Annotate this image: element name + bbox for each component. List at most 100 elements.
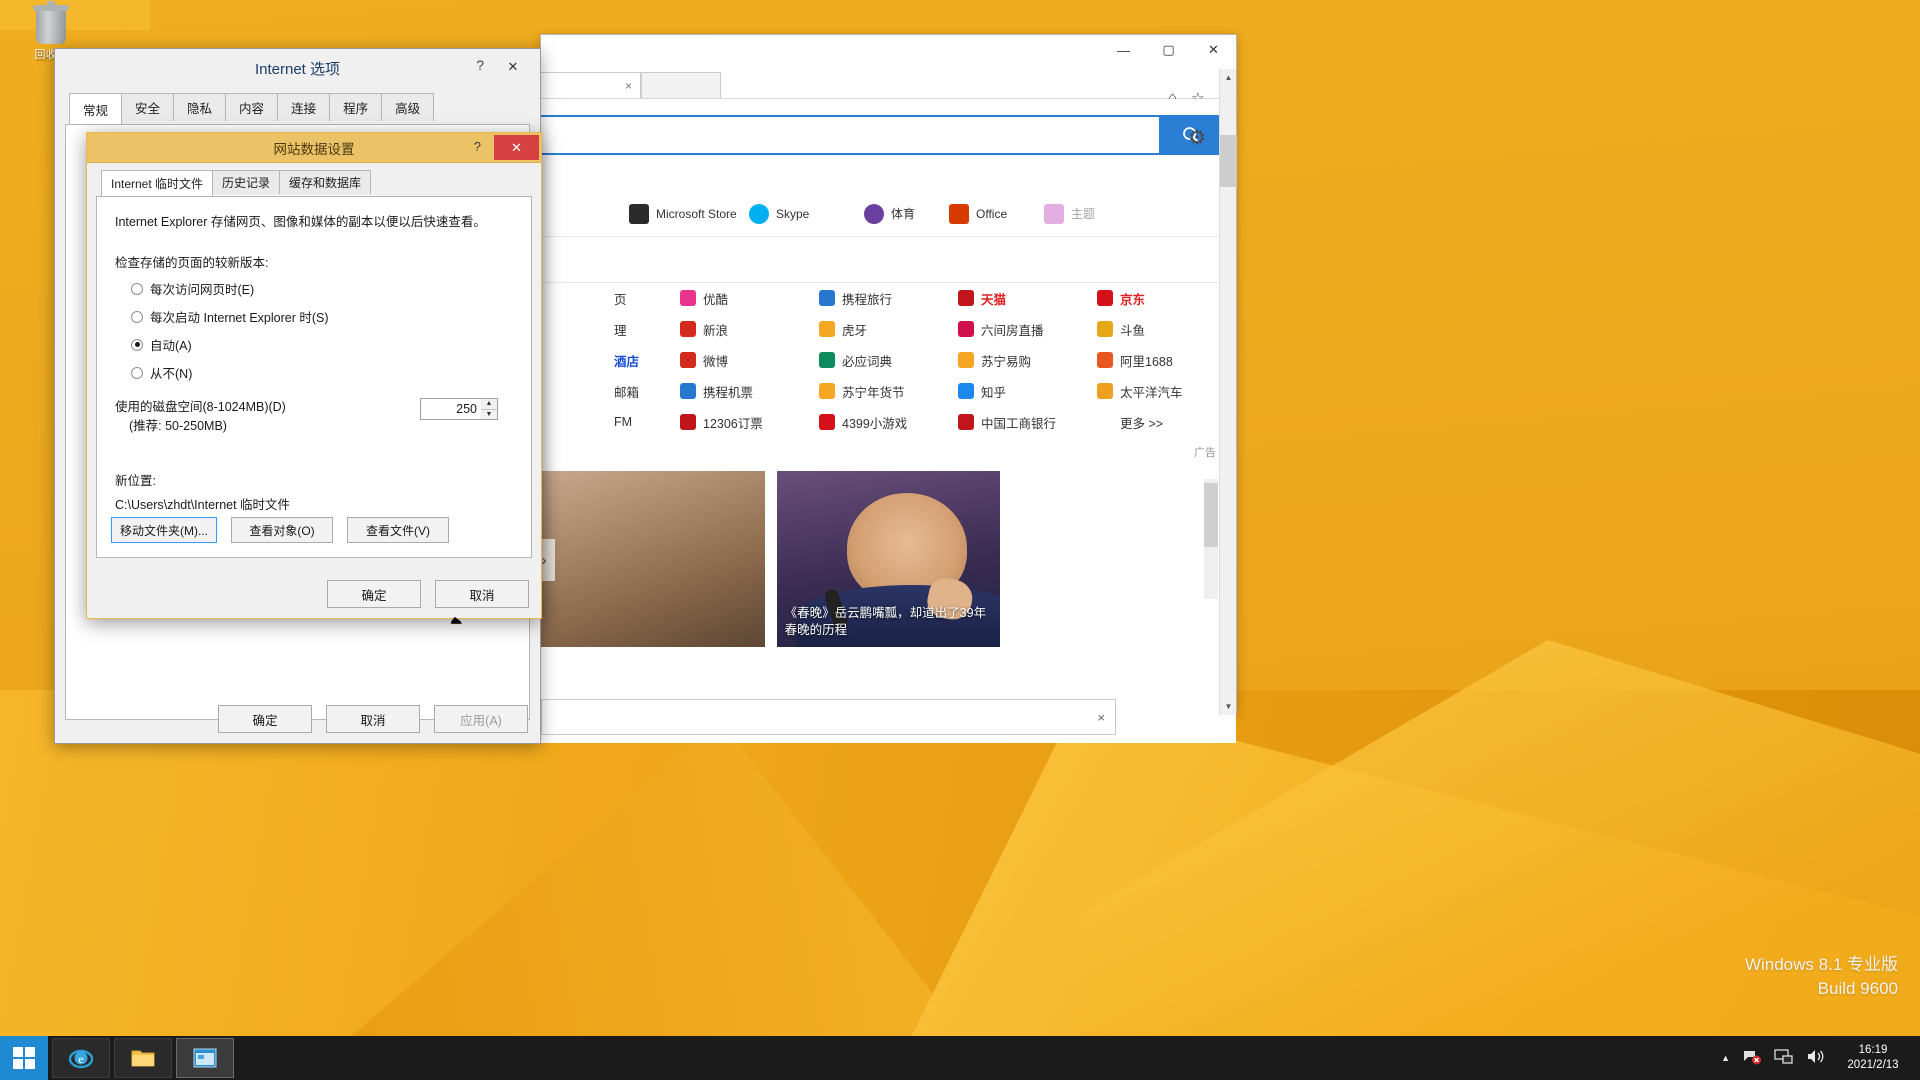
close-button[interactable]: ✕ [1191, 35, 1236, 65]
temp-files-button-row: 移动文件夹(M)... 查看对象(O) 查看文件(V) [111, 517, 449, 543]
link-item[interactable]: 理 [541, 318, 680, 340]
link-item[interactable]: 酒店 [541, 349, 680, 371]
wds-tab-缓存和数据库[interactable]: 缓存和数据库 [279, 170, 372, 194]
link-item[interactable]: FM [541, 411, 680, 433]
internet-options-tab-常规[interactable]: 常规 [69, 93, 123, 124]
internet-options-tab-连接[interactable]: 连接 [277, 93, 331, 121]
page-ad-close-icon[interactable]: × [1097, 710, 1105, 725]
wds-tab-历史记录[interactable]: 历史记录 [212, 170, 281, 194]
link-item[interactable]: 邮箱 [541, 380, 680, 402]
view-objects-button[interactable]: 查看对象(O) [231, 517, 333, 543]
link-item[interactable]: 12306订票 [680, 411, 819, 433]
internet-options-close-button[interactable]: ✕ [492, 55, 534, 79]
network-status-icon[interactable] [1742, 1049, 1762, 1068]
link-item[interactable]: 知乎 [958, 380, 1097, 402]
internet-options-tab-隐私[interactable]: 隐私 [173, 93, 227, 121]
tab-close-icon[interactable]: × [625, 79, 632, 93]
wds-tab-Internet 临时文件[interactable]: Internet 临时文件 [101, 170, 214, 196]
app-shortcut-skype[interactable]: Skype [749, 203, 864, 224]
help-icon[interactable]: ? [476, 57, 484, 73]
taskbar-clock[interactable]: 16:19 2021/2/13 [1838, 1043, 1908, 1073]
taskbar-item-internet-explorer[interactable]: e [52, 1038, 110, 1078]
maximize-button[interactable]: ▢ [1146, 35, 1191, 65]
stepper-up-icon[interactable]: ▲ [481, 399, 497, 409]
app-shortcut-theme[interactable]: 主题 [1044, 203, 1114, 224]
link-item[interactable]: 新浪 [680, 318, 819, 340]
link-item[interactable]: 页 [541, 287, 680, 309]
radio-indicator[interactable] [131, 366, 143, 379]
scroll-up-icon[interactable]: ▲ [1220, 69, 1237, 86]
link-item[interactable]: 虎牙 [819, 318, 958, 340]
inner-scrollbar[interactable] [1204, 479, 1218, 599]
website-data-settings-dialog[interactable]: 网站数据设置 ? ✕ Internet 临时文件 历史记录 缓存和数据库 Inter… [86, 132, 542, 619]
internet-options-ok-button[interactable]: 确定 [218, 705, 312, 733]
link-item[interactable]: 阿里1688 [1097, 349, 1236, 371]
inner-scrollbar-thumb[interactable] [1204, 483, 1218, 547]
start-button[interactable] [0, 1036, 48, 1080]
link-item[interactable]: 携程机票 [680, 380, 819, 402]
radio-option-3[interactable]: 从不(N) [131, 363, 515, 382]
link-item[interactable]: 优酷 [680, 287, 819, 309]
link-item[interactable]: 斗鱼 [1097, 318, 1236, 340]
link-item[interactable]: 更多 >> [1097, 411, 1236, 433]
taskbar-item-file-explorer[interactable] [114, 1038, 172, 1078]
radio-option-0[interactable]: 每次访问网页时(E) [131, 279, 515, 298]
internet-options-cancel-button[interactable]: 取消 [326, 705, 420, 733]
radio-option-2[interactable]: 自动(A) [131, 335, 515, 354]
volume-icon[interactable] [1806, 1048, 1826, 1068]
page-settings-gear-icon[interactable]: ⚙ [1188, 125, 1206, 150]
link-item[interactable]: 太平洋汽车 [1097, 380, 1236, 402]
internet-options-apply-button[interactable]: 应用(A) [434, 705, 528, 733]
link-item[interactable]: 天猫 [958, 287, 1097, 309]
browser-tab-new[interactable] [641, 72, 721, 98]
search-input[interactable] [541, 115, 1161, 155]
website-data-settings-ok-button[interactable]: 确定 [327, 580, 421, 608]
radio-indicator[interactable] [131, 282, 143, 295]
link-item[interactable]: 苏宁年货节 [819, 380, 958, 402]
website-data-settings-cancel-button[interactable]: 取消 [435, 580, 529, 608]
link-item[interactable]: 苏宁易购 [958, 349, 1097, 371]
website-data-settings-titlebar[interactable]: 网站数据设置 ? ✕ [87, 133, 541, 163]
minimize-button[interactable]: — [1101, 35, 1146, 65]
link-item[interactable]: 微博 [680, 349, 819, 371]
browser-titlebar[interactable]: — ▢ ✕ [541, 35, 1236, 69]
show-hidden-icons-button[interactable]: ▲ [1721, 1053, 1730, 1063]
news-card[interactable]: 《春晚》岳云鹏嘴瓢，却道出了39年春晚的历程 [776, 471, 1001, 647]
scroll-down-icon[interactable]: ▼ [1220, 698, 1237, 715]
disk-space-stepper[interactable]: ▲ ▼ [481, 398, 498, 420]
app-shortcut-microsoft-store[interactable]: Microsoft Store [629, 203, 749, 224]
app-shortcut-office[interactable]: Office [949, 203, 1044, 224]
browser-scrollbar[interactable]: ▲ ▼ [1219, 69, 1237, 715]
link-item[interactable]: 中国工商银行 [958, 411, 1097, 433]
internet-options-tab-内容[interactable]: 内容 [225, 93, 279, 121]
internet-options-tab-高级[interactable]: 高级 [381, 93, 435, 121]
view-files-button[interactable]: 查看文件(V) [347, 517, 449, 543]
sports-icon [864, 203, 884, 224]
news-card[interactable] [1012, 471, 1236, 647]
help-icon[interactable]: ? [474, 139, 481, 154]
link-label: 京东 [1120, 292, 1146, 307]
taskbar-item-app[interactable] [176, 1038, 234, 1078]
radio-option-1[interactable]: 每次启动 Internet Explorer 时(S) [131, 307, 515, 326]
browser-window[interactable]: — ▢ ✕ × ⌂ ☆ ⚙ ⚙ Micro [461, 34, 1237, 743]
internet-options-titlebar[interactable]: Internet 选项 ? ✕ [55, 49, 540, 87]
link-item[interactable]: 携程旅行 [819, 287, 958, 309]
link-item[interactable]: 必应词典 [819, 349, 958, 371]
display-settings-icon[interactable] [1774, 1048, 1794, 1068]
disk-space-input[interactable]: 250 [420, 398, 482, 420]
link-item[interactable]: 4399小游戏 [819, 411, 958, 433]
website-data-settings-close-button[interactable]: ✕ [494, 135, 539, 160]
link-item[interactable]: 京东 [1097, 287, 1236, 309]
internet-options-tab-安全[interactable]: 安全 [121, 93, 175, 121]
move-folder-button[interactable]: 移动文件夹(M)... [111, 517, 217, 543]
radio-indicator[interactable] [131, 310, 143, 323]
news-card[interactable]: › [541, 471, 765, 647]
stepper-down-icon[interactable]: ▼ [481, 408, 497, 420]
taskbar[interactable]: e ▲ 16:19 2021/2/13 [0, 1036, 1920, 1080]
internet-options-tab-程序[interactable]: 程序 [329, 93, 383, 121]
radio-indicator[interactable] [131, 338, 143, 351]
link-item[interactable]: 六间房直播 [958, 318, 1097, 340]
news-prev-arrow-icon[interactable]: › [541, 539, 555, 581]
app-shortcut-sports[interactable]: 体育 [864, 203, 949, 224]
browser-scrollbar-thumb[interactable] [1220, 135, 1237, 187]
